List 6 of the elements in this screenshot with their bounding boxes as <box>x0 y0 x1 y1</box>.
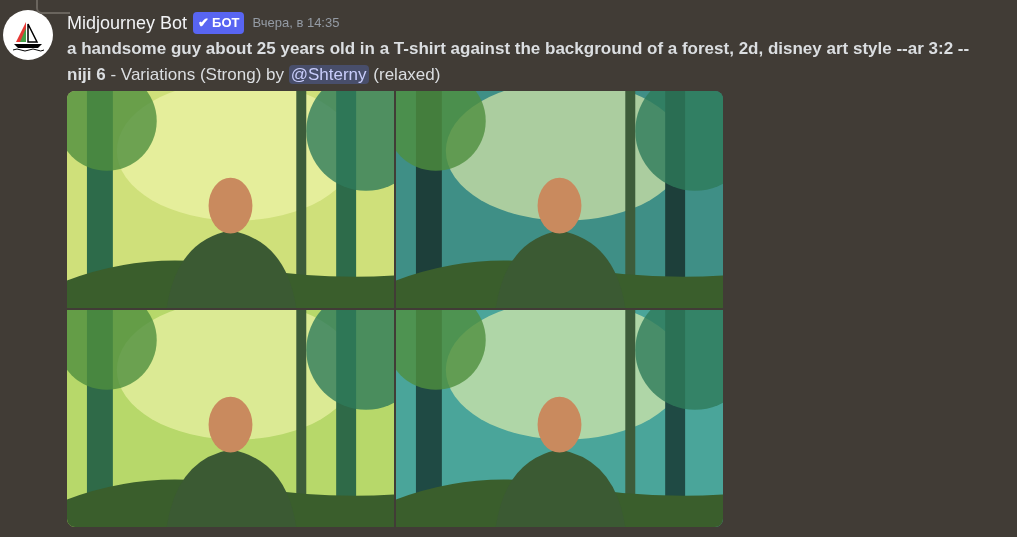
timestamp: Вчера, в 14:35 <box>252 14 340 33</box>
message-text: a handsome guy about 25 years old in a T-shirt against the background of a forest, 2d, disney art style --ar 3:2 --niji 6 - Variations (Strong) by @Shterny (relaxed) <box>67 38 971 86</box>
avatar[interactable] <box>3 10 53 60</box>
author-name[interactable]: Midjourney Bot <box>67 9 188 37</box>
bot-badge: ✔ БОТ <box>193 12 245 34</box>
user-mention[interactable]: @Shterny <box>288 65 369 84</box>
